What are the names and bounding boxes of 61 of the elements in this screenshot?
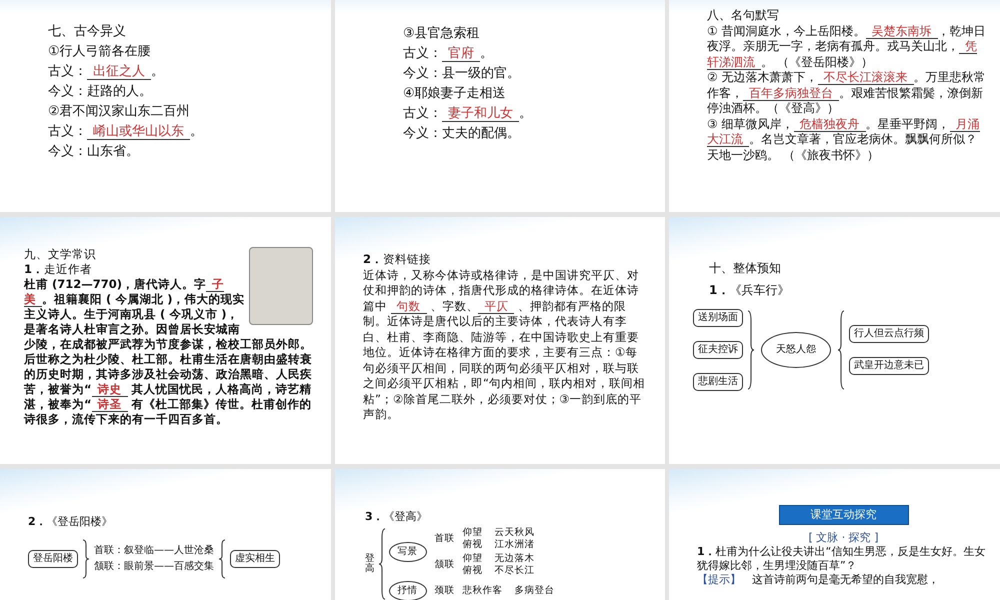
node-box: 送别场面 — [693, 309, 743, 327]
text-line: 3．《登高》 — [365, 509, 429, 525]
text-line: 九、文学常识 — [24, 247, 97, 262]
text-line: 【提示】 这首诗前两句是毫无希望的自我宽慰， — [697, 573, 940, 587]
text-line: 1．走近作者 — [24, 262, 94, 277]
text-label: 不尽长江 — [494, 565, 534, 577]
text-line: 古义： 出征之人 。 — [48, 63, 165, 82]
text-label: 仰望 — [462, 553, 482, 565]
text-line: 七、古今异义 — [48, 23, 127, 41]
text-line: 1．《兵车行》 — [709, 282, 790, 299]
brace-icon — [82, 539, 90, 579]
text-line: ③县官急索租 — [403, 25, 481, 43]
brace-icon — [747, 309, 755, 391]
node-oval: 写景 — [388, 542, 426, 562]
text-line: 今义：县一级的官。 — [403, 65, 521, 83]
text-line: 十、整体预知 — [709, 260, 782, 277]
text-line: 古义： 妻子和儿女 。 — [403, 105, 533, 124]
text-line: 首联：叙登临——人世沧桑 — [94, 544, 214, 558]
node-box: 登岳阳楼 — [28, 550, 78, 568]
node-box: 行人但云点行频 — [849, 325, 929, 343]
text-line: ①行人弓箭各在腰 — [48, 43, 152, 61]
text-line: ④耶娘妻子走相送 — [403, 85, 507, 103]
text-label: 俯视 — [462, 539, 482, 551]
text-line: 今义：山东省。 — [48, 143, 140, 161]
section-banner: 课堂互动探究 — [778, 505, 908, 525]
text-line: 颔联：眼前景——百感交集 — [94, 560, 214, 574]
text-line: 今义：赶路的人。 — [48, 83, 153, 101]
root-label: 登高 — [365, 554, 374, 574]
node-box: 虚实相生 — [230, 550, 280, 568]
text-line: ① 昔闻洞庭水，今上岳阳楼。 吴楚东南坼 ，乾坤日夜浮。亲朋无一字，老病有孤舟。戎马关山北， 凭轩涕泗流 。 （《登岳阳楼》） — [707, 24, 986, 70]
text-line: ②君不闻汉家山东二百州 — [48, 103, 191, 121]
text-line: [ 文脉 · 探究 ] — [807, 531, 880, 545]
text-line: ② 无边落木萧萧下， 不尽长江滚滚来 。万里悲秋常作客， 百年多病独登台 。艰难苦恨繁霜鬓，潦倒新停浊酒杯。（《登高》） — [707, 70, 986, 116]
text-line: 古义： 官府 。 — [403, 45, 494, 64]
text-label: 俯视 — [462, 565, 482, 577]
node-box: 悲剧生活 — [693, 373, 743, 391]
text-line: ③ 细草微风岸， 危樯独夜舟 。星垂平野阔， 月涌大江流 。名岂文章著，官应老病休。飘飘何所似？天地一沙鸥。 （《旅夜书怀》） — [707, 116, 981, 163]
center-ellipse: 天怒人怨 — [761, 332, 831, 368]
brace-icon — [218, 539, 226, 579]
node-box: 武皇开边意未已 — [849, 357, 929, 375]
text-line: 近体诗，又称今体诗或格律诗，是中国讲究平仄、对仗和押韵的诗体，指唐代形成的格律诗体。在近体诗篇中 句数 、字数、 平仄 、押韵都有严格的限制。近体诗是唐代以后的主要诗体，代表诗人有李白、杜甫、李商隐、陆游等，在中国诗歌史上有重要地位。近体诗在格律方面的要求，主要有三点：①每句必须平仄相间，同联的两句必须平仄相对，联与联之间必须平仄相粘，即“句内相间，联内相对，联间相粘”；②除首尾二联外，必须要对仗；③一韵到底的平声韵。 — [363, 268, 645, 422]
text-label: 颔联 — [434, 559, 454, 571]
text-label: 云天秋风 — [494, 527, 534, 539]
text-line: 2．《登岳阳楼》 — [28, 514, 114, 530]
text-label: 无边落木 — [494, 553, 534, 565]
text-label: 仰望 — [462, 527, 482, 539]
text-label: 首联 — [434, 533, 454, 545]
text-line: 古义： 崤山或华山以东 。 — [48, 123, 204, 142]
text-line: 八、名句默写 — [707, 8, 780, 24]
text-line: 1．杜甫为什么让役夫讲出“信知生男恶，反是生女好。生女犹得嫁比邻，生男埋没随百草”？ — [697, 545, 986, 573]
node-oval: 抒情 — [388, 581, 426, 600]
text-line: 今义：丈夫的配偶。 — [403, 125, 521, 143]
text-label: 江水洲渚 — [494, 539, 534, 551]
brace-icon — [378, 527, 386, 600]
text-label: 悲秋作客 — [462, 585, 502, 597]
text-label: 颈联 — [434, 585, 454, 597]
text-line: 2．资料链接 — [363, 252, 432, 268]
node-box: 征夫控诉 — [693, 341, 743, 359]
brace-icon — [837, 309, 845, 391]
text-line: 杜甫 (712—770)，唐代诗人。字 子美 。祖籍襄阳 ( 今属湖北 )，伟大的现实主义诗人。生于河南巩县 ( 今巩义市 )，是著名诗人杜审言之孙。因曾居长安城南少陵，在成都被严武荐为节度参谋，检校工部员外郎。后世称之为杜少陵、杜工部。杜甫生活在唐朝由盛转衰的历史时期，其诗多涉及社会动荡、政治黑暗、人民疾苦，被誉为“ 诗史 其人忧国忧民，人格高尚，诗艺精湛，被奉为“ 诗圣 有《杜工部集》传世。杜甫创作的诗很多，流传下来的有一千四百多首。 — [24, 277, 313, 427]
text-label: 多病登台 — [514, 585, 554, 597]
